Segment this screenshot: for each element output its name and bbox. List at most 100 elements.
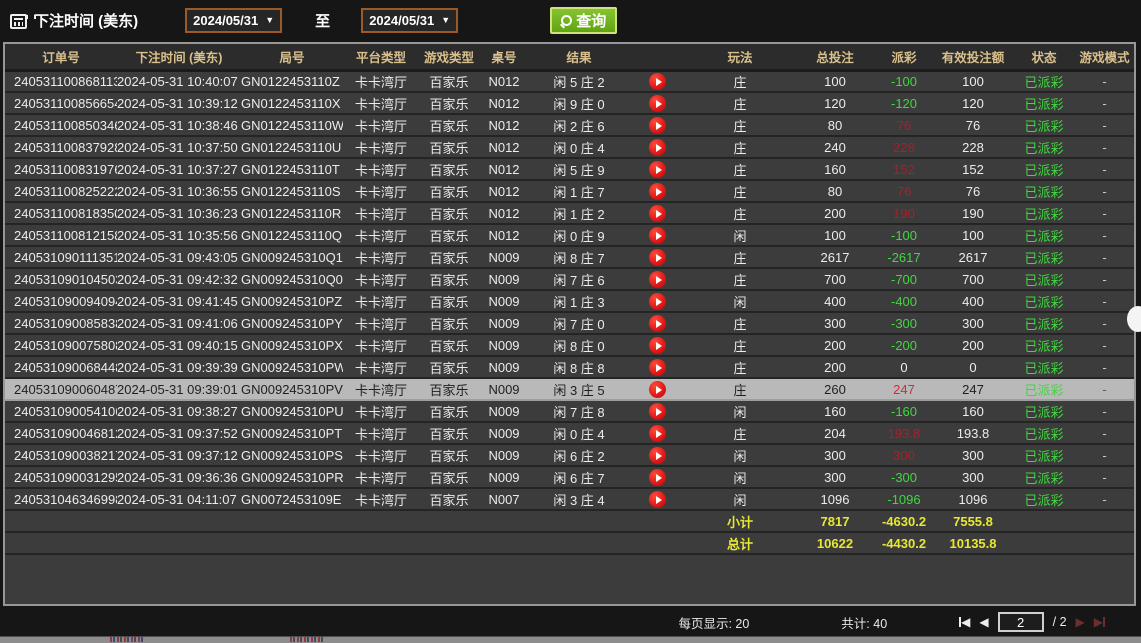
total-bet-cell: 200	[795, 202, 875, 224]
round-id-cell: GN009245310Q0	[241, 268, 343, 290]
play-type-cell: 庄	[685, 158, 795, 180]
round-id-cell: GN009245310PU	[241, 400, 343, 422]
play-icon[interactable]	[649, 447, 666, 464]
payout-cell: -160	[875, 400, 933, 422]
round-id-cell: GN0122453110R	[241, 202, 343, 224]
play-icon[interactable]	[649, 271, 666, 288]
round-id-cell: GN009245310PT	[241, 422, 343, 444]
last-page-icon[interactable]: ▶	[1094, 616, 1105, 628]
table-row[interactable]: 240531090031295 2024-05-31 09:36:36 GN00…	[5, 466, 1134, 488]
table-row[interactable]: 240531090054106 2024-05-31 09:38:27 GN00…	[5, 400, 1134, 422]
game-mode-cell: -	[1075, 290, 1134, 312]
page-number-input[interactable]	[998, 612, 1044, 632]
game-mode-cell: -	[1075, 224, 1134, 246]
total-bet-cell: 80	[795, 114, 875, 136]
play-icon[interactable]	[649, 425, 666, 442]
table-row[interactable]: 240531100812158 2024-05-31 10:35:56 GN01…	[5, 224, 1134, 246]
table-row[interactable]: 240531090060487 2024-05-31 09:39:01 GN00…	[5, 378, 1134, 400]
table-row[interactable]: 240531100825222 2024-05-31 10:36:55 GN01…	[5, 180, 1134, 202]
table-row[interactable]: 240531100868113 2024-05-31 10:40:07 GN01…	[5, 70, 1134, 92]
play-icon[interactable]	[649, 183, 666, 200]
order-number-cell: 240531090075808	[5, 334, 117, 356]
play-icon[interactable]	[649, 117, 666, 134]
play-icon[interactable]	[649, 249, 666, 266]
payout-cell: -300	[875, 466, 933, 488]
play-icon[interactable]	[649, 205, 666, 222]
replay-cell	[629, 180, 685, 202]
table-row[interactable]: 240531090094094 2024-05-31 09:41:45 GN00…	[5, 290, 1134, 312]
game-type-cell: 百家乐	[419, 400, 479, 422]
table-row[interactable]: 240531100831976 2024-05-31 10:37:27 GN01…	[5, 158, 1134, 180]
game-type-cell: 百家乐	[419, 466, 479, 488]
table-row[interactable]: 240531090075808 2024-05-31 09:40:15 GN00…	[5, 334, 1134, 356]
play-icon[interactable]	[649, 359, 666, 376]
play-icon[interactable]	[649, 95, 666, 112]
payout-cell: 76	[875, 114, 933, 136]
status-badge: 已派彩	[1013, 136, 1075, 158]
payout-cell: 193.8	[875, 422, 933, 444]
valid-bet-cell: 300	[933, 466, 1013, 488]
replay-cell	[629, 290, 685, 312]
play-type-cell: 庄	[685, 378, 795, 400]
valid-bet-cell: 400	[933, 290, 1013, 312]
table-row[interactable]: 240531100837928 2024-05-31 10:37:50 GN01…	[5, 136, 1134, 158]
order-number-cell: 240531090054106	[5, 400, 117, 422]
first-page-icon[interactable]: ◀	[959, 616, 970, 628]
total-bet-cell: 700	[795, 268, 875, 290]
prev-page-icon[interactable]: ◀	[979, 616, 988, 628]
table-row[interactable]: 240531046346998 2024-05-31 04:11:07 GN00…	[5, 488, 1134, 510]
table-row[interactable]: 240531090068448 2024-05-31 09:39:39 GN00…	[5, 356, 1134, 378]
table-row[interactable]: 240531090046812 2024-05-31 09:37:52 GN00…	[5, 422, 1134, 444]
payout-cell: -120	[875, 92, 933, 114]
next-page-icon[interactable]: ▶	[1076, 616, 1085, 628]
play-icon[interactable]	[649, 227, 666, 244]
bet-time-cell: 2024-05-31 09:38:27	[117, 400, 241, 422]
table-row[interactable]: 240531090038217 2024-05-31 09:37:12 GN00…	[5, 444, 1134, 466]
total-bet-cell: 80	[795, 180, 875, 202]
grand-total-row: 总计 10622 -4430.2 10135.8	[5, 532, 1134, 554]
round-id-cell: GN009245310PW	[241, 356, 343, 378]
total-bet-cell: 2617	[795, 246, 875, 268]
payout-cell: -200	[875, 334, 933, 356]
platform-cell: 卡卡湾厅	[343, 290, 419, 312]
table-number-cell: N009	[479, 290, 529, 312]
play-icon[interactable]	[649, 491, 666, 508]
column-header-play: 玩法	[685, 44, 795, 70]
game-mode-cell: -	[1075, 356, 1134, 378]
table-row[interactable]: 240531100818350 2024-05-31 10:36:23 GN01…	[5, 202, 1134, 224]
bet-time-cell: 2024-05-31 10:37:27	[117, 158, 241, 180]
table-row[interactable]: 240531090104503 2024-05-31 09:42:32 GN00…	[5, 268, 1134, 290]
valid-bet-cell: 1096	[933, 488, 1013, 510]
bet-time-cell: 2024-05-31 10:39:12	[117, 92, 241, 114]
date-to-select[interactable]: 2024/05/31 ▼	[361, 8, 458, 33]
play-icon[interactable]	[649, 161, 666, 178]
play-icon[interactable]	[649, 293, 666, 310]
bet-time-cell: 2024-05-31 10:38:46	[117, 114, 241, 136]
play-icon[interactable]	[649, 381, 666, 398]
table-row[interactable]: 240531100856654 2024-05-31 10:39:12 GN01…	[5, 92, 1134, 114]
subtotal-valid: 7555.8	[933, 510, 1013, 532]
play-icon[interactable]	[649, 337, 666, 354]
total-bet-cell: 400	[795, 290, 875, 312]
round-id-cell: GN009245310Q1	[241, 246, 343, 268]
play-icon[interactable]	[649, 469, 666, 486]
valid-bet-cell: 200	[933, 334, 1013, 356]
order-number-cell: 240531100831976	[5, 158, 117, 180]
table-row[interactable]: 240531090085838 2024-05-31 09:41:06 GN00…	[5, 312, 1134, 334]
play-icon[interactable]	[649, 315, 666, 332]
game-type-cell: 百家乐	[419, 136, 479, 158]
replay-cell	[629, 444, 685, 466]
date-from-select[interactable]: 2024/05/31 ▼	[185, 8, 282, 33]
replay-cell	[629, 488, 685, 510]
search-button[interactable]: 查询	[550, 7, 617, 34]
replay-cell	[629, 356, 685, 378]
result-cell: 闲 2 庄 6	[529, 114, 629, 136]
play-icon[interactable]	[649, 73, 666, 90]
platform-cell: 卡卡湾厅	[343, 202, 419, 224]
table-row[interactable]: 240531090111351 2024-05-31 09:43:05 GN00…	[5, 246, 1134, 268]
table-row[interactable]: 240531100850346 2024-05-31 10:38:46 GN01…	[5, 114, 1134, 136]
play-icon[interactable]	[649, 139, 666, 156]
play-icon[interactable]	[649, 403, 666, 420]
status-badge: 已派彩	[1013, 378, 1075, 400]
platform-cell: 卡卡湾厅	[343, 70, 419, 92]
